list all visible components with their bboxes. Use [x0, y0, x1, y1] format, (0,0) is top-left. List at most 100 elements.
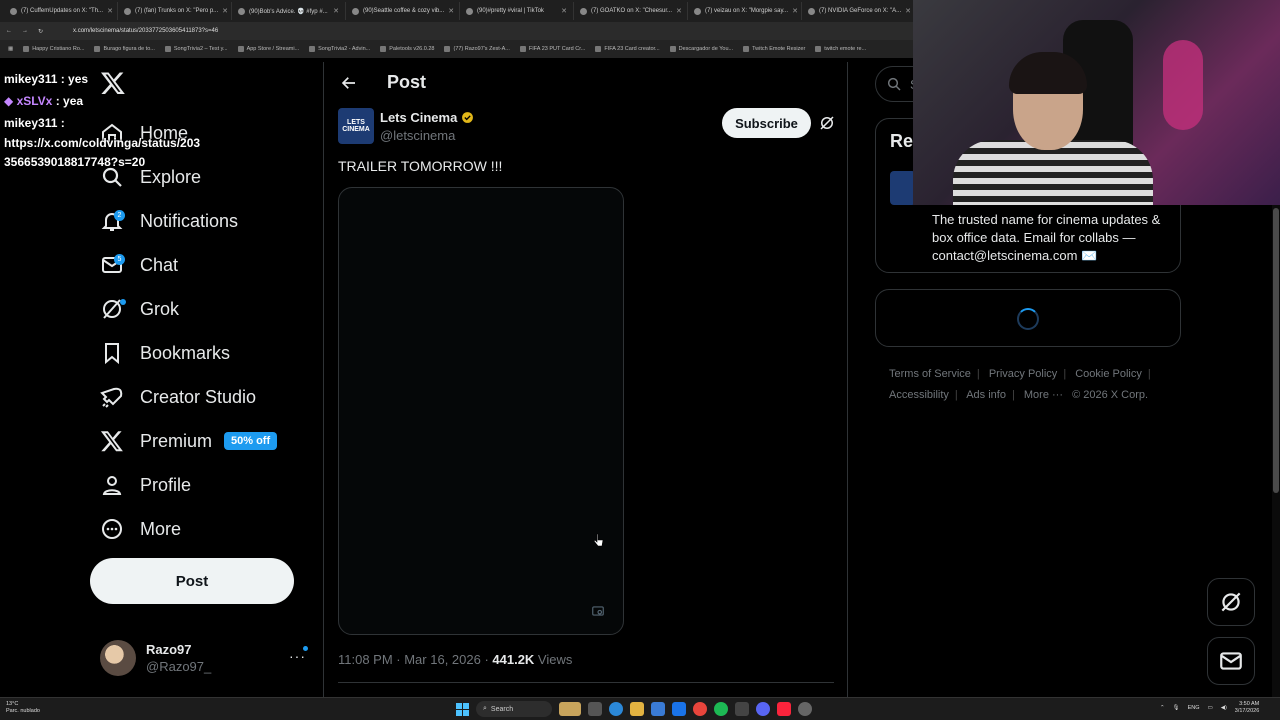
tray-chevron-icon[interactable]: ⌃ — [1160, 705, 1165, 711]
tab-title: (90)#pretty #viral | TikTok — [477, 8, 544, 14]
post-media[interactable] — [338, 187, 624, 635]
compose-post-button[interactable]: Post — [90, 558, 294, 604]
tab-close-icon[interactable]: ✕ — [107, 7, 113, 15]
forward-nav-icon[interactable]: → — [22, 28, 28, 34]
language-indicator[interactable]: ENG — [1188, 705, 1200, 711]
steam-icon[interactable] — [735, 702, 749, 716]
bookmark-favicon-icon — [444, 46, 451, 52]
spotify-icon[interactable] — [714, 702, 728, 716]
tab-close-icon[interactable]: ✕ — [561, 7, 567, 15]
media-settings-icon[interactable] — [591, 604, 605, 618]
tab-close-icon[interactable]: ✕ — [222, 7, 228, 15]
account-text: Razo97 @Razo97_ — [146, 642, 211, 674]
bookmark-item[interactable]: FIFA 23 PUT Card Cr... — [519, 46, 585, 52]
windows-start-icon[interactable] — [456, 702, 469, 716]
apps-grid-icon[interactable]: ▦ — [8, 46, 13, 52]
bookmark-item[interactable]: Twitch Emote Resizer — [743, 46, 805, 52]
nav-grok[interactable]: Grok — [100, 292, 179, 326]
discord-icon[interactable] — [756, 702, 770, 716]
tab-title: (7) (fan) Trunks on X: "Pero p... — [135, 8, 219, 14]
browser-tab[interactable]: (90)Seattle coffee & cozy vib... ✕ — [346, 2, 460, 20]
weather-widget[interactable]: 13°C Parc. nublado — [6, 701, 40, 715]
footer-more-link[interactable]: More ··· — [1024, 389, 1063, 401]
bookmark-favicon-icon — [94, 46, 101, 52]
bookmark-icon — [105, 343, 119, 365]
footer-terms-link[interactable]: Terms of Service — [889, 368, 971, 380]
verified-badge-icon — [462, 112, 474, 123]
browser-tab[interactable]: (90)#pretty #viral | TikTok ✕ — [460, 2, 574, 20]
views-count: 441.2K — [492, 652, 535, 667]
browser-tab[interactable]: (7) veizau on X: "Morgpie say... ✕ — [688, 2, 802, 20]
subscribe-button[interactable]: Subscribe — [722, 108, 811, 138]
mail-app-icon[interactable] — [672, 702, 686, 716]
footer-accessibility-link[interactable]: Accessibility — [889, 389, 949, 401]
mail-icon-wrap: 5 — [100, 253, 125, 277]
browser-tab[interactable]: (90)Bob's Advice. 💀 #fyp #... ✕ — [232, 2, 346, 20]
tab-close-icon[interactable]: ✕ — [905, 7, 911, 15]
url-field[interactable]: x.com/letscinema/status/2033772503605411… — [73, 28, 218, 34]
nav-more[interactable]: More — [100, 512, 181, 546]
taskbar-search[interactable]: ⌕ Search — [476, 701, 552, 717]
more-dots-icon[interactable]: ··· — [289, 648, 306, 664]
chrome-icon[interactable] — [693, 702, 707, 716]
obs-icon[interactable] — [798, 702, 812, 716]
browser-tab[interactable]: (7) NVIDIA GeForce on X: "A... ✕ — [802, 2, 916, 20]
tab-close-icon[interactable]: ✕ — [333, 7, 339, 15]
post-meta: 11:08 PM · Mar 16, 2026 · 441.2K Views — [338, 652, 572, 667]
tab-close-icon[interactable]: ✕ — [792, 7, 798, 15]
task-view-icon[interactable] — [588, 702, 602, 716]
post-timestamp[interactable]: 11:08 PM · Mar 16, 2026 · — [338, 652, 492, 667]
bookmark-item[interactable]: FIFA 23 Card creator... — [595, 46, 660, 52]
user-icon — [102, 476, 122, 495]
tab-close-icon[interactable]: ✕ — [676, 7, 682, 15]
nav-bookmarks[interactable]: Bookmarks — [100, 336, 230, 370]
tab-close-icon[interactable]: ✕ — [448, 7, 454, 15]
nav-creator-studio[interactable]: Creator Studio — [100, 380, 256, 414]
nav-premium[interactable]: Premium 50% off — [100, 424, 278, 458]
music-icon[interactable] — [777, 702, 791, 716]
bookmark-item[interactable]: Happy Cristiano Ro... — [23, 46, 84, 52]
back-nav-icon[interactable]: ← — [6, 28, 12, 34]
footer-ads-link[interactable]: Ads info — [966, 389, 1006, 401]
microphone-icon[interactable]: 🎙 — [1173, 705, 1180, 711]
chat-user: mikey311 — [4, 116, 58, 130]
file-explorer-icon[interactable] — [630, 702, 644, 716]
account-handle: @Razo97_ — [146, 659, 212, 674]
widget-icon[interactable] — [559, 702, 581, 716]
chat-text: : — [57, 116, 65, 130]
bookmark-item[interactable]: SongTrivia2 – Test y... — [164, 46, 228, 52]
bookmark-item[interactable]: SongTrivia2 - Advin... — [309, 46, 370, 52]
volume-icon[interactable]: ◀) — [1221, 705, 1227, 711]
clock[interactable]: 3:50 AM 3/17/2026 — [1235, 701, 1259, 715]
messages-float-button[interactable] — [1207, 637, 1255, 685]
reload-icon[interactable]: ↻ — [38, 28, 43, 35]
tab-title: (7) CuffemUpdates on X: "Th... — [21, 8, 104, 14]
browser-tab[interactable]: (7) CuffemUpdates on X: "Th... ✕ — [4, 2, 118, 20]
bookmark-item[interactable]: (77) Razo97's Zest-A... — [444, 46, 510, 52]
network-icon[interactable]: ▭ — [1208, 705, 1213, 711]
footer-privacy-link[interactable]: Privacy Policy — [989, 368, 1057, 380]
grok-icon[interactable] — [818, 114, 836, 132]
weather-temp: 13°C — [6, 701, 19, 707]
bookmark-item[interactable]: twitch emote re... — [815, 46, 866, 52]
nav-notifications[interactable]: 2 Notifications — [100, 204, 238, 238]
bookmark-item[interactable]: App Store / Streami... — [237, 46, 299, 52]
browser-tab[interactable]: (7) GOATKO on X: "Cheesur... ✕ — [574, 2, 688, 20]
scrollbar-thumb[interactable] — [1273, 208, 1279, 493]
author-name-row[interactable]: Lets Cinema — [380, 110, 474, 125]
grok-float-button[interactable] — [1207, 578, 1255, 626]
back-arrow-icon[interactable] — [340, 74, 358, 92]
bookmark-item[interactable]: Burago figura de to... — [94, 46, 155, 52]
author-avatar[interactable]: LETS CINEMA — [338, 108, 374, 144]
bookmark-item[interactable]: Descargador de You... — [669, 46, 733, 52]
account-switcher[interactable]: Razo97 @Razo97_ ··· — [100, 638, 310, 678]
browser-tab[interactable]: (7) (fan) Trunks on X: "Pero p... ✕ — [118, 2, 232, 20]
edge-icon[interactable] — [609, 702, 623, 716]
nav-chat[interactable]: 5 Chat — [100, 248, 178, 282]
nav-profile[interactable]: Profile — [100, 468, 191, 502]
bookmark-item[interactable]: Paletools v26.0.28 — [380, 46, 434, 52]
store-icon[interactable] — [651, 702, 665, 716]
footer-cookie-link[interactable]: Cookie Policy — [1075, 368, 1142, 380]
author-handle[interactable]: @letscinema — [380, 128, 455, 143]
avatar — [100, 640, 136, 676]
